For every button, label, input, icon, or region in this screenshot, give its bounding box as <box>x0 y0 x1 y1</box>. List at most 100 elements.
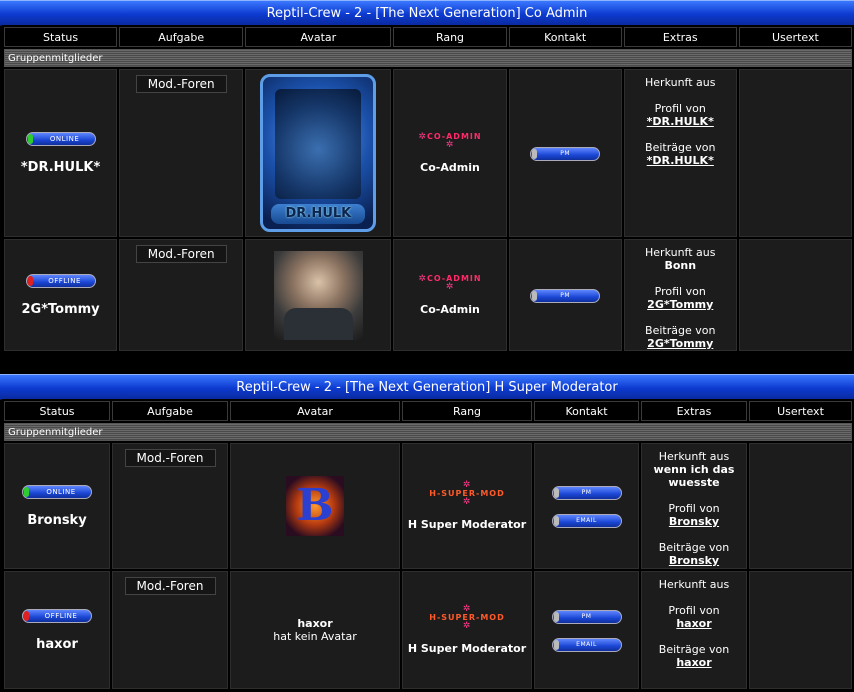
col-header-aufgabe: Aufgabe <box>119 27 244 47</box>
extras-cell: Herkunft aus wenn ich das wuesste Profil… <box>641 443 747 569</box>
status-cell: ONLINE Bronsky <box>4 443 110 569</box>
star-icon: ✲ <box>462 621 472 631</box>
section-title-co-admin: Reptil-Crew - 2 - [The Next Generation] … <box>0 0 854 26</box>
extras-cell: Herkunft aus Bonn Profil von 2G*Tommy Be… <box>623 239 737 351</box>
aufgabe-cell: Mod.-Foren <box>112 443 228 569</box>
avatar-cell: haxor hat kein Avatar <box>230 571 400 689</box>
member-name[interactable]: haxor <box>5 637 109 652</box>
co-admin-table: Status Aufgabe Avatar Rang Kontakt Extra… <box>2 25 854 353</box>
col-header-kontakt: Kontakt <box>508 27 622 47</box>
col-header-rang: Rang <box>393 27 507 47</box>
col-header-status: Status <box>4 401 110 421</box>
online-led-icon <box>24 487 29 497</box>
rank-label: Co-Admin <box>420 303 480 316</box>
col-header-avatar: Avatar <box>245 27 392 47</box>
extras-cell: Herkunft aus Profil von *DR.HULK* Beiträ… <box>623 69 737 237</box>
email-button[interactable]: EMAIL <box>551 514 622 528</box>
aufgabe-cell: Mod.-Foren <box>119 239 244 351</box>
avatar-cell: B <box>230 443 400 569</box>
col-header-aufgabe: Aufgabe <box>112 401 228 421</box>
herkunft-value: Bonn <box>664 259 697 272</box>
col-header-avatar: Avatar <box>230 401 400 421</box>
super-moderator-table: Status Aufgabe Avatar Rang Kontakt Extra… <box>2 399 854 691</box>
status-offline-badge: OFFLINE <box>25 274 96 288</box>
star-icon: ✲ <box>462 480 472 490</box>
profil-link[interactable]: Bronsky <box>669 515 719 528</box>
section-title-super-moderator: Reptil-Crew - 2 - [The Next Generation] … <box>0 374 854 400</box>
profil-label: Profil von <box>668 604 720 617</box>
group-header: Gruppenmitglieder <box>4 49 852 67</box>
rang-cell: ✲CO-ADMIN ✲ Co-Admin <box>393 239 507 351</box>
avatar-cell <box>245 239 392 351</box>
member-name[interactable]: Bronsky <box>5 513 109 528</box>
table-header-row: Status Aufgabe Avatar Rang Kontakt Extra… <box>4 401 852 421</box>
pm-button[interactable]: PM <box>551 610 622 624</box>
col-header-rang: Rang <box>402 401 532 421</box>
status-cell: ONLINE *DR.HULK* <box>4 69 118 237</box>
star-icon: ✲ <box>445 140 455 150</box>
email-button[interactable]: EMAIL <box>551 638 622 652</box>
col-header-kontakt: Kontakt <box>534 401 639 421</box>
pm-button[interactable]: PM <box>551 486 622 500</box>
aufgabe-cell: Mod.-Foren <box>112 571 228 689</box>
usertext-cell <box>738 69 852 237</box>
rank-label: Co-Admin <box>420 161 480 174</box>
online-led-icon <box>27 134 33 144</box>
table-header-row: Status Aufgabe Avatar Rang Kontakt Extra… <box>4 27 852 47</box>
profil-label: Profil von <box>668 502 720 515</box>
beitraege-label: Beiträge von <box>645 141 716 154</box>
table-row: ONLINE *DR.HULK* Mod.-Foren DR.HULK ✲CO-… <box>4 69 852 237</box>
no-avatar-name: haxor <box>297 617 333 630</box>
rank-image: ✲ H-SUPER-MOD ✲ <box>403 480 531 507</box>
table-row: ONLINE Bronsky Mod.-Foren B ✲ H-SUPER-MO… <box>4 443 852 569</box>
rang-cell: ✲ H-SUPER-MOD ✲ H Super Moderator <box>402 571 532 689</box>
avatar-image: DR.HULK <box>260 74 377 232</box>
aufgabe-cell: Mod.-Foren <box>119 69 244 237</box>
extras-cell: Herkunft aus Profil von haxor Beiträge v… <box>641 571 747 689</box>
pm-button[interactable]: PM <box>530 147 601 161</box>
usertext-cell <box>749 571 852 689</box>
aufgabe-label: Mod.-Foren <box>124 449 216 467</box>
table-row: OFFLINE haxor Mod.-Foren haxor hat kein … <box>4 571 852 689</box>
usertext-cell <box>749 443 852 569</box>
beitraege-link[interactable]: haxor <box>676 656 711 669</box>
beitraege-label: Beiträge von <box>658 541 730 554</box>
kontakt-cell: PM EMAIL <box>534 571 639 689</box>
no-avatar-text: hat kein Avatar <box>273 630 357 643</box>
offline-led-icon <box>24 611 29 621</box>
kontakt-cell: PM <box>508 69 622 237</box>
beitraege-label: Beiträge von <box>658 643 730 656</box>
status-online-badge: ONLINE <box>22 485 92 499</box>
group-header: Gruppenmitglieder <box>4 423 852 441</box>
aufgabe-label: Mod.-Foren <box>135 75 227 93</box>
profil-link[interactable]: 2G*Tommy <box>647 298 713 311</box>
avatar-cell: DR.HULK <box>245 69 392 237</box>
herkunft-value: wenn ich das wuesste <box>653 463 735 489</box>
status-online-badge: ONLINE <box>25 132 96 146</box>
beitraege-link[interactable]: *DR.HULK* <box>647 154 714 167</box>
avatar-image: B <box>286 476 344 536</box>
aufgabe-label: Mod.-Foren <box>135 245 227 263</box>
hulk-face-icon <box>275 89 362 199</box>
beitraege-label: Beiträge von <box>645 324 716 337</box>
star-icon: ✲ <box>445 282 455 292</box>
profil-link[interactable]: haxor <box>676 617 711 630</box>
member-name[interactable]: *DR.HULK* <box>5 160 116 175</box>
col-header-extras: Extras <box>623 27 737 47</box>
herkunft-label: Herkunft aus <box>658 450 730 463</box>
herkunft-label: Herkunft aus <box>658 578 730 591</box>
star-icon: ✲ <box>462 604 472 614</box>
rank-label: H Super Moderator <box>407 642 527 655</box>
profil-link[interactable]: *DR.HULK* <box>647 115 714 128</box>
beitraege-link[interactable]: 2G*Tommy <box>647 337 713 350</box>
rang-cell: ✲CO-ADMIN ✲ Co-Admin <box>393 69 507 237</box>
table-row: OFFLINE 2G*Tommy Mod.-Foren ✲CO-ADMIN ✲ … <box>4 239 852 351</box>
col-header-usertext: Usertext <box>749 401 852 421</box>
rank-image: ✲CO-ADMIN ✲ <box>394 274 505 292</box>
status-offline-badge: OFFLINE <box>22 609 92 623</box>
beitraege-link[interactable]: Bronsky <box>669 554 719 567</box>
gman-suit-icon <box>283 307 353 340</box>
member-name[interactable]: 2G*Tommy <box>5 302 116 317</box>
profil-label: Profil von <box>654 285 706 298</box>
pm-button[interactable]: PM <box>530 289 601 303</box>
